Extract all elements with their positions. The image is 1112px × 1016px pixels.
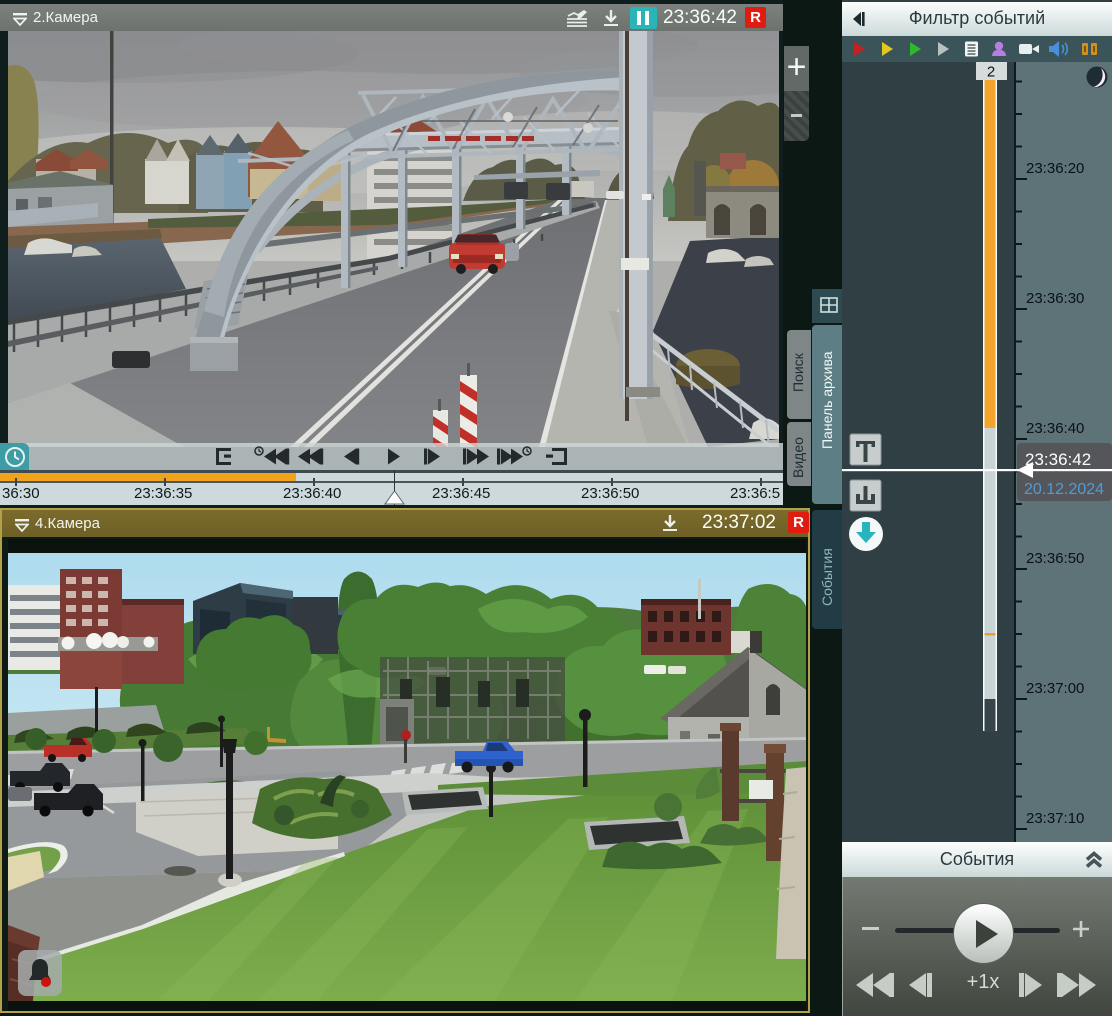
svg-text:23:36:42: 23:36:42 — [1025, 450, 1091, 469]
svg-text:23:37:10: 23:37:10 — [1026, 810, 1084, 827]
svg-text:23:36:50: 23:36:50 — [1026, 550, 1084, 567]
svg-text:23:36:30: 23:36:30 — [1026, 290, 1084, 307]
svg-text:23:37:00: 23:37:00 — [1026, 680, 1084, 697]
svg-text:20.12.2024: 20.12.2024 — [1024, 481, 1104, 498]
svg-text:23:36:40: 23:36:40 — [1026, 420, 1084, 437]
svg-text:23:36:20: 23:36:20 — [1026, 160, 1084, 177]
svg-text:2: 2 — [987, 64, 995, 81]
